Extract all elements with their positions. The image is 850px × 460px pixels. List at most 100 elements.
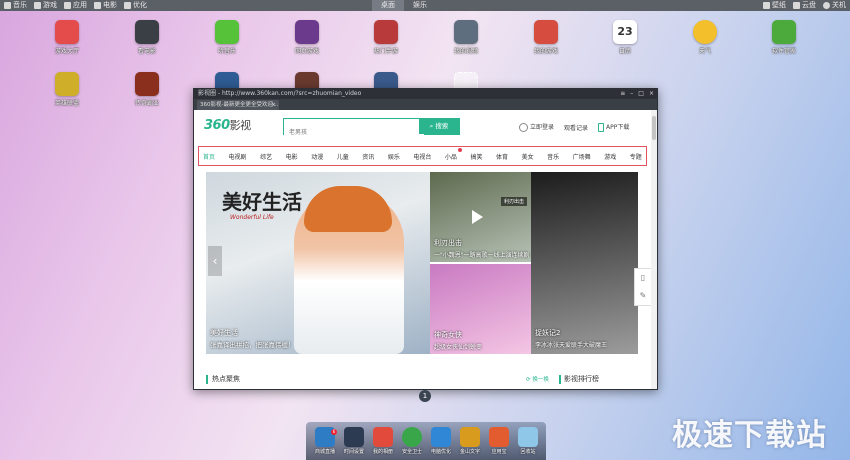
- dock-item-photos[interactable]: 我的相册: [370, 427, 396, 455]
- nav-item-entertainment[interactable]: 娱乐: [388, 152, 400, 161]
- clock-icon: [344, 427, 364, 447]
- category-nav: 首页 电视剧 综艺 电影 动漫 儿童 资讯 娱乐 电视台 小品 搞笑 体育 美女…: [198, 146, 647, 166]
- tile-title: 利刃出击: [434, 239, 462, 247]
- desktop-icon-weather[interactable]: 天气: [680, 20, 730, 55]
- tile-title: 捉妖记2: [535, 329, 561, 337]
- tab-desktop[interactable]: 桌面: [372, 0, 404, 11]
- film-icon: [94, 2, 101, 9]
- game-icon: [534, 20, 558, 44]
- nav-item-tv-station[interactable]: 电视台: [413, 152, 431, 161]
- page-indicator[interactable]: 1: [419, 390, 431, 402]
- dock-item-security[interactable]: 安全卫士: [399, 427, 425, 455]
- power-icon: [823, 2, 830, 9]
- desktop-icon-web-games[interactable]: 网页游戏: [282, 20, 332, 55]
- browser-tab[interactable]: 360影视-最新更全更全受欢迎... ×: [197, 100, 279, 110]
- app-store-icon: [772, 20, 796, 44]
- history-link[interactable]: 观看记录: [564, 123, 588, 132]
- desktop-icon-watch-movies[interactable]: 看电影: [122, 20, 172, 55]
- carousel-prev-button[interactable]: ‹: [208, 246, 222, 276]
- refresh-link[interactable]: ⟳ 换一换: [526, 375, 549, 383]
- dock-item-live[interactable]: 6 商城直播: [312, 427, 338, 455]
- close-icon[interactable]: ×: [649, 89, 654, 99]
- video-icon: [454, 20, 478, 44]
- desktop-icon-my-videos[interactable]: 我的视频: [441, 20, 491, 55]
- desktop-icon-my-games[interactable]: 我的游戏: [521, 20, 571, 55]
- play-icon: [472, 210, 483, 224]
- nav-item-anime[interactable]: 动漫: [311, 152, 323, 161]
- tab-close-icon[interactable]: ×: [271, 100, 276, 110]
- shield-icon: [402, 427, 422, 447]
- topbar-item-shutdown[interactable]: 关机: [823, 0, 846, 11]
- tile-badge: 利刃出击: [500, 197, 527, 206]
- nav-item-news[interactable]: 资讯: [362, 152, 374, 161]
- weather-icon: [693, 20, 717, 44]
- app-download-link[interactable]: APP下载: [598, 122, 629, 132]
- nav-item-movie[interactable]: 电影: [286, 152, 298, 161]
- nav-item-tv[interactable]: 电视剧: [229, 152, 247, 161]
- tile-desc: 超级女侠仙剑蜕变: [434, 344, 483, 351]
- phone-icon[interactable]: ▯: [635, 269, 651, 287]
- dock-item-optimize[interactable]: 电脑优化: [428, 427, 454, 455]
- site-header: 360影视 ⌕ 搜索 立即登录 观看记录 APP下载: [194, 110, 657, 140]
- nav-item-topics[interactable]: 专题: [630, 152, 642, 161]
- trash-icon: [518, 427, 538, 447]
- browser-window: 影视圈 - http://www.360kan.com/?src=zhuomia…: [193, 88, 658, 390]
- nav-item-variety[interactable]: 综艺: [260, 152, 272, 161]
- tile-wonder-woman[interactable]: 神奇女侠 超级女侠仙剑蜕变: [430, 264, 531, 354]
- topbar-item-wallpaper[interactable]: 壁纸: [763, 0, 786, 11]
- watermark: 极速下载站: [672, 418, 827, 453]
- dock-item-clock[interactable]: 时间设置: [341, 427, 367, 455]
- wallpaper-icon: [763, 2, 770, 9]
- hero-title: 美好生活: [210, 329, 238, 337]
- login-link[interactable]: 立即登录: [519, 122, 554, 132]
- topbar-item-music[interactable]: 音乐: [4, 0, 27, 11]
- top-bar-right: 壁纸 云盘 关机: [763, 0, 846, 11]
- nav-item-beauty[interactable]: 美女: [522, 152, 534, 161]
- hero-banner[interactable]: 美好生活 Wonderful Life 美好生活 张嘉译出拼招，把张嘉伟缓！: [206, 172, 430, 354]
- tile-sharp-strike[interactable]: 利刃出击 利刃出击 一"小魏恩"一路高歌一线上演连续剧: [430, 172, 531, 262]
- topbar-item-movies[interactable]: 电影: [94, 0, 117, 11]
- feedback-icon[interactable]: ✎: [635, 287, 651, 305]
- desktop-icon-legend[interactable]: 传奇霸业: [122, 72, 172, 107]
- minimize-icon[interactable]: –: [630, 89, 633, 99]
- tab-entertainment[interactable]: 娱乐: [404, 0, 436, 11]
- section-title-rank: 影视排行榜: [564, 375, 599, 383]
- nav-item-music[interactable]: 音乐: [547, 152, 559, 161]
- desktop-icon-game-hall[interactable]: 游戏大厅: [42, 20, 92, 55]
- section-title-hot: 热点聚焦: [212, 375, 240, 383]
- search-input[interactable]: [284, 125, 424, 140]
- browser-title-bar: 影视圈 - http://www.360kan.com/?src=zhuomia…: [194, 89, 657, 99]
- nav-item-kids[interactable]: 儿童: [337, 152, 349, 161]
- desktop-icon-music[interactable]: 听音乐: [202, 20, 252, 55]
- desktop-icon-mobile-games[interactable]: 热门手游: [361, 20, 411, 55]
- topbar-item-games[interactable]: 游戏: [34, 0, 57, 11]
- nav-item-sports[interactable]: 体育: [496, 152, 508, 161]
- tile-desc: 一"小魏恩"一路高歌一线上演连续剧: [434, 252, 530, 259]
- nav-item-funny[interactable]: 搞笑: [470, 152, 482, 161]
- dock-item-wps[interactable]: 金山文字: [457, 427, 483, 455]
- search-button[interactable]: ⌕ 搜索: [419, 119, 459, 134]
- tile-title: 神奇女侠: [434, 331, 462, 339]
- scrollbar-thumb[interactable]: [652, 116, 656, 140]
- site-logo[interactable]: 360影视: [204, 117, 251, 133]
- tile-monster-hunt[interactable]: 捉妖记2 李冰冰张天爱联手大破魔王: [531, 172, 638, 354]
- cloud-icon: [793, 2, 800, 9]
- music-icon: [4, 2, 11, 9]
- desktop-icon-lol[interactable]: 英雄联盟: [42, 72, 92, 107]
- dock-item-app-store[interactable]: 应用宝: [486, 427, 512, 455]
- star-icon: [55, 72, 79, 96]
- scrollbar[interactable]: [651, 110, 657, 389]
- maximize-icon[interactable]: □: [638, 89, 644, 99]
- topbar-item-cloud[interactable]: 云盘: [793, 0, 816, 11]
- nav-item-square-dance[interactable]: 广场舞: [573, 152, 591, 161]
- nav-item-sketch[interactable]: 小品: [445, 147, 462, 161]
- hero-calligraphy: 美好生活: [222, 190, 302, 214]
- nav-item-home[interactable]: 首页: [203, 152, 215, 161]
- topbar-item-apps[interactable]: 应用: [64, 0, 87, 11]
- desktop-icon-software-manager[interactable]: 软件管家: [759, 20, 809, 55]
- desktop-icon-calendar[interactable]: 23 日历: [600, 20, 650, 55]
- menu-icon[interactable]: ≡: [620, 89, 625, 99]
- dock-item-recycle-bin[interactable]: 回收站: [515, 427, 541, 455]
- topbar-item-optimize[interactable]: 优化: [124, 0, 147, 11]
- nav-item-games[interactable]: 游戏: [604, 152, 616, 161]
